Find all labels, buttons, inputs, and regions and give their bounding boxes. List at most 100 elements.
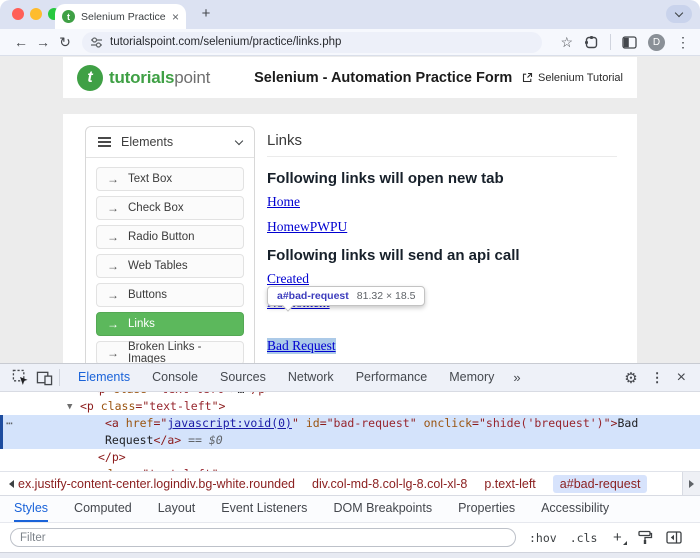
- tab-close-icon[interactable]: ×: [172, 11, 179, 23]
- forward-button[interactable]: →: [32, 34, 54, 50]
- inspect-element-button[interactable]: [8, 366, 32, 390]
- browser-toolbar: ← → ↻ tutorialspoint.com/selenium/practi…: [0, 29, 700, 56]
- sidebar-item-text-box[interactable]: →Text Box: [96, 167, 244, 191]
- profile-avatar[interactable]: D: [648, 34, 665, 51]
- reload-button[interactable]: ↻: [54, 34, 76, 51]
- section-links: Home HomewPWPU: [267, 194, 617, 235]
- page-container: t tutorialspoint Selenium - Automation P…: [63, 57, 637, 363]
- external-link-icon: [522, 72, 533, 83]
- bookmark-star-icon[interactable]: ☆: [560, 34, 573, 51]
- rendering-brush-icon[interactable]: [637, 530, 653, 545]
- tab-search-button[interactable]: [666, 5, 692, 23]
- back-button[interactable]: ←: [10, 34, 32, 50]
- sidebar-items: →Text Box→Check Box→Radio Button→Web Tab…: [86, 158, 254, 363]
- breadcrumb-scroll-left[interactable]: [4, 472, 18, 495]
- page-body: Elements →Text Box→Check Box→Radio Butto…: [63, 114, 637, 363]
- breadcrumb-item-p-text-left[interactable]: p.text-left: [484, 477, 535, 491]
- styles-tab-properties[interactable]: Properties: [458, 496, 515, 522]
- toggle-element-state-button[interactable]: :hov: [529, 531, 557, 545]
- sidebar-item-label: Web Tables: [128, 260, 188, 272]
- styles-tab-layout[interactable]: Layout: [158, 496, 196, 522]
- browser-tab[interactable]: t Selenium Practice - Links ×: [55, 4, 186, 29]
- sidebar-header[interactable]: Elements: [86, 127, 254, 158]
- sidebar-item-broken-links-images[interactable]: → Broken Links - Images: [96, 341, 244, 363]
- site-settings-icon[interactable]: [90, 36, 103, 49]
- styles-sidebar-tabs: Styles Computed Layout Event Listeners DOM B…: [0, 495, 700, 523]
- settings-gear-icon[interactable]: ⚙: [624, 369, 637, 387]
- extensions-icon[interactable]: [584, 35, 599, 50]
- macos-close-button[interactable]: [12, 8, 24, 20]
- devtools-menu-icon[interactable]: ⋮: [651, 370, 664, 386]
- styles-tab-accessibility[interactable]: Accessibility: [541, 496, 609, 522]
- styles-tab-event-listeners[interactable]: Event Listeners: [221, 496, 307, 522]
- styles-tab-styles[interactable]: Styles: [14, 496, 48, 522]
- tutorialspoint-logo-icon[interactable]: t: [77, 65, 103, 91]
- styles-tab-dom-breakpoints[interactable]: DOM Breakpoints: [333, 496, 432, 522]
- page-link-bad-request[interactable]: Bad Request: [267, 338, 336, 354]
- devtools-tab-performance[interactable]: Performance: [345, 364, 439, 391]
- device-toolbar-icon: [36, 370, 53, 386]
- dom-row-selected-anchor[interactable]: ⋯<a href="javascript:void(0)" id="bad-re…: [0, 415, 700, 449]
- sidebar-header-label: Elements: [121, 135, 226, 149]
- toolbar-divider: [610, 34, 611, 50]
- sidebar-item-web-tables[interactable]: → Web Tables: [96, 254, 244, 278]
- inspect-cursor-icon: [12, 369, 29, 386]
- tutorial-link-label: Selenium Tutorial: [538, 72, 623, 84]
- sidebar: Elements →Text Box→Check Box→Radio Butto…: [63, 114, 255, 363]
- devtools-close-icon[interactable]: ×: [677, 370, 686, 386]
- styles-tab-computed[interactable]: Computed: [74, 496, 132, 522]
- element-classes-button[interactable]: .cls: [570, 531, 598, 545]
- page-link-homewpwpu[interactable]: HomewPWPU: [267, 219, 347, 235]
- more-tabs-icon[interactable]: »: [505, 370, 528, 385]
- toolbar-divider: [59, 369, 60, 386]
- macos-minimize-button[interactable]: [30, 8, 42, 20]
- browser-menu-icon[interactable]: ⋮: [676, 34, 690, 51]
- breadcrumb: ex.justify-content-center.logindiv.bg-wh…: [0, 471, 700, 495]
- new-tab-button[interactable]: +: [196, 4, 216, 24]
- sidebar-item-buttons[interactable]: →Buttons: [96, 283, 244, 307]
- heading-divider: [267, 156, 617, 157]
- toolbar-actions: ☆ D ⋮: [560, 34, 690, 51]
- arrow-right-icon: →: [107, 259, 119, 273]
- sidebar-item-check-box[interactable]: →Check Box: [96, 196, 244, 220]
- devtools-tab-elements[interactable]: Elements: [67, 364, 141, 391]
- devtools-tab-network[interactable]: Network: [277, 364, 345, 391]
- sidebar-item-label: Radio Button: [128, 231, 195, 243]
- device-toolbar-button[interactable]: [32, 366, 56, 390]
- sidebar-item-label: Broken Links - Images: [128, 341, 233, 363]
- devtools-tab-memory[interactable]: Memory: [438, 364, 505, 391]
- main-content: Links Following links will open new tab …: [255, 114, 637, 363]
- dom-row-parent-close[interactable]: </p>: [0, 449, 700, 466]
- triangle-left-icon: [9, 480, 14, 488]
- tab-title: Selenium Practice - Links: [81, 11, 166, 23]
- devtools-actions: ⚙ ⋮ ×: [624, 369, 692, 387]
- address-bar[interactable]: tutorialspoint.com/selenium/practice/lin…: [82, 32, 542, 53]
- section-title: Following links will open new tab: [267, 170, 617, 187]
- breadcrumb-item-ex-justify-content-center-logindiv-bg-white-rounded[interactable]: ex.justify-content-center.logindiv.bg-wh…: [18, 477, 295, 491]
- sidebar-card: Elements →Text Box→Check Box→Radio Butto…: [85, 126, 255, 363]
- sidebar-item-radio-button[interactable]: →Radio Button: [96, 225, 244, 249]
- sidebar-item-links[interactable]: →Links: [96, 312, 244, 336]
- side-panel-icon[interactable]: [622, 36, 637, 49]
- breadcrumb-item-a-bad-request[interactable]: a#bad-request: [553, 475, 648, 493]
- url-text: tutorialspoint.com/selenium/practice/lin…: [110, 36, 341, 48]
- sidebar-item-label: Text Box: [128, 173, 172, 185]
- devtools-panel: ElementsConsoleSourcesNetworkPerformance…: [0, 363, 700, 558]
- brand-text[interactable]: tutorialspoint: [109, 68, 210, 88]
- new-style-rule-button[interactable]: +: [610, 529, 624, 546]
- arrow-right-icon: →: [107, 346, 119, 360]
- selenium-tutorial-link[interactable]: Selenium Tutorial: [522, 72, 623, 84]
- dom-row-parent-open[interactable]: ▼<p class="text-left">: [0, 398, 700, 415]
- breadcrumb-scroll-right[interactable]: [682, 472, 700, 495]
- computed-sidebar-toggle-icon[interactable]: [666, 531, 682, 544]
- devtools-tab-sources[interactable]: Sources: [209, 364, 277, 391]
- inspect-tooltip: a#bad-request 81.32 × 18.5: [267, 286, 425, 306]
- page-link-home[interactable]: Home: [267, 194, 300, 210]
- breadcrumb-item-div-col-md-8-col-lg-8-col-xl-8[interactable]: div.col-md-8.col-lg-8.col-xl-8: [312, 477, 467, 491]
- arrow-right-icon: →: [107, 288, 119, 302]
- window-bottom-edge: [0, 552, 700, 558]
- filter-input[interactable]: [10, 528, 516, 547]
- page-link-created[interactable]: Created: [267, 271, 309, 287]
- brand-bold: tutorials: [109, 68, 174, 87]
- devtools-tab-console[interactable]: Console: [141, 364, 209, 391]
